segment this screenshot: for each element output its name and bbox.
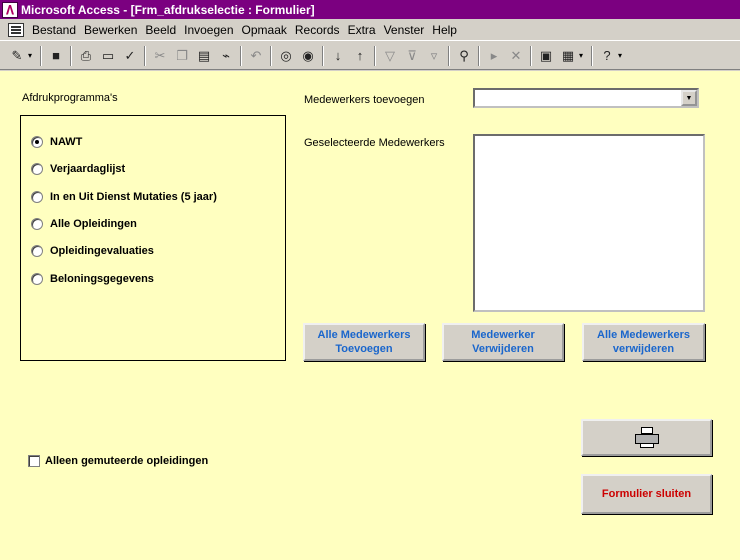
- insert-hyperlink-icon[interactable]: ◎: [275, 45, 297, 67]
- option-in-uit-dienst[interactable]: In en Uit Dienst Mutaties (5 jaar): [31, 191, 217, 203]
- menu-opmaak[interactable]: Opmaak: [238, 23, 291, 37]
- chevron-down-icon[interactable]: ▼: [681, 90, 697, 106]
- selected-employees-listbox[interactable]: [473, 134, 705, 312]
- remove-all-employees-button[interactable]: Alle Medewerkers verwijderen: [582, 323, 705, 361]
- menu-bewerken[interactable]: Bewerken: [80, 23, 141, 37]
- option-alle-opleidingen[interactable]: Alle Opleidingen: [31, 218, 137, 230]
- sort-descending-icon[interactable]: ↑: [349, 45, 371, 67]
- filter-by-form-icon[interactable]: ⊽: [401, 45, 423, 67]
- print-button[interactable]: [581, 419, 712, 456]
- access-app-icon[interactable]: [2, 1, 18, 18]
- toolbar-separator: [530, 45, 532, 66]
- option-label: NAWT: [50, 136, 83, 148]
- office-assistant-icon[interactable]: ?: [596, 45, 618, 67]
- sort-ascending-icon[interactable]: ↓: [327, 45, 349, 67]
- radio-button[interactable]: [31, 273, 43, 285]
- option-label: Beloningsgegevens: [50, 273, 154, 285]
- radio-button[interactable]: [31, 245, 43, 257]
- toolbar-separator: [374, 45, 376, 66]
- toolbar-separator: [322, 45, 324, 66]
- add-employees-label: Medewerkers toevoegen: [304, 94, 425, 106]
- print-program-option-group: NAWT Verjaardaglijst In en Uit Dienst Mu…: [20, 115, 286, 361]
- copy-icon[interactable]: ❐: [171, 45, 193, 67]
- toolbar-separator: [478, 45, 480, 66]
- menu-venster[interactable]: Venster: [380, 23, 429, 37]
- toolbar-options-dropdown-icon[interactable]: ▾: [618, 51, 627, 60]
- toolbar-separator: [40, 45, 42, 66]
- option-label: In en Uit Dienst Mutaties (5 jaar): [50, 191, 217, 203]
- print-icon[interactable]: ⎙: [75, 45, 97, 67]
- new-object-icon[interactable]: ▦: [557, 45, 579, 67]
- menu-bestand[interactable]: Bestand: [28, 23, 80, 37]
- menu-extra[interactable]: Extra: [344, 23, 380, 37]
- menu-beeld[interactable]: Beeld: [141, 23, 180, 37]
- add-employees-combobox[interactable]: ▼: [473, 88, 699, 108]
- menu-records[interactable]: Records: [291, 23, 344, 37]
- toolbar-separator: [591, 45, 593, 66]
- new-record-icon[interactable]: ▸: [483, 45, 505, 67]
- close-form-button[interactable]: Formulier sluiten: [581, 474, 712, 514]
- spelling-icon[interactable]: ✓: [119, 45, 141, 67]
- radio-button[interactable]: [31, 191, 43, 203]
- programs-label: Afdrukprogramma's: [22, 92, 118, 104]
- form-detail-area: Afdrukprogramma's NAWT Verjaardaglijst I…: [0, 71, 740, 560]
- menu-help[interactable]: Help: [428, 23, 461, 37]
- apply-filter-icon[interactable]: ▿: [423, 45, 445, 67]
- design-view-icon[interactable]: ✎: [6, 45, 28, 67]
- database-window-icon[interactable]: ▣: [535, 45, 557, 67]
- option-verjaardaglijst[interactable]: Verjaardaglijst: [31, 163, 125, 175]
- option-nawt[interactable]: NAWT: [31, 136, 82, 148]
- standard-toolbar: ✎ ▾ ■ ⎙ ▭ ✓ ✂ ❐ ▤ ⌁ ↶ ◎ ◉ ↓ ↑ ▽ ⊽ ▿ ⚲ ▸ …: [0, 42, 740, 70]
- delete-record-icon[interactable]: ✕: [505, 45, 527, 67]
- checkbox[interactable]: [28, 455, 40, 467]
- remove-employee-button[interactable]: Medewerker Verwijderen: [442, 323, 564, 361]
- add-all-employees-button[interactable]: Alle Medewerkers Toevoegen: [303, 323, 425, 361]
- toolbar-separator: [448, 45, 450, 66]
- view-dropdown-icon[interactable]: ▾: [28, 51, 37, 60]
- find-icon[interactable]: ⚲: [453, 45, 475, 67]
- cut-icon[interactable]: ✂: [149, 45, 171, 67]
- form-document-icon[interactable]: [8, 22, 24, 37]
- radio-button[interactable]: [31, 136, 43, 148]
- format-painter-icon[interactable]: ⌁: [215, 45, 237, 67]
- toolbar-separator: [70, 45, 72, 66]
- menu-bar: Bestand Bewerken Beeld Invoegen Opmaak R…: [0, 19, 740, 41]
- paste-icon[interactable]: ▤: [193, 45, 215, 67]
- radio-button[interactable]: [31, 163, 43, 175]
- undo-icon[interactable]: ↶: [245, 45, 267, 67]
- web-toolbar-icon[interactable]: ◉: [297, 45, 319, 67]
- option-opleidingevaluaties[interactable]: Opleidingevaluaties: [31, 245, 154, 257]
- option-label: Alle Opleidingen: [50, 218, 137, 230]
- window-title: Microsoft Access - [Frm_afdrukselectie :…: [21, 2, 315, 17]
- option-label: Verjaardaglijst: [50, 163, 126, 175]
- print-preview-icon[interactable]: ▭: [97, 45, 119, 67]
- menu-invoegen[interactable]: Invoegen: [180, 23, 237, 37]
- printer-icon: [634, 426, 660, 449]
- option-label: Opleidingevaluaties: [50, 245, 154, 257]
- selected-employees-label: Geselecteerde Medewerkers: [304, 137, 445, 149]
- new-object-dropdown-icon[interactable]: ▾: [579, 51, 588, 60]
- toolbar-separator: [240, 45, 242, 66]
- option-beloningsgegevens[interactable]: Beloningsgegevens: [31, 273, 154, 285]
- checkbox-label: Alleen gemuteerde opleidingen: [45, 455, 209, 467]
- only-changed-trainings-option[interactable]: Alleen gemuteerde opleidingen: [28, 455, 208, 467]
- filter-by-selection-icon[interactable]: ▽: [379, 45, 401, 67]
- window-titlebar[interactable]: Microsoft Access - [Frm_afdrukselectie :…: [0, 0, 740, 19]
- toolbar-separator: [144, 45, 146, 66]
- toolbar-separator: [270, 45, 272, 66]
- radio-button[interactable]: [31, 218, 43, 230]
- save-icon[interactable]: ■: [45, 45, 67, 67]
